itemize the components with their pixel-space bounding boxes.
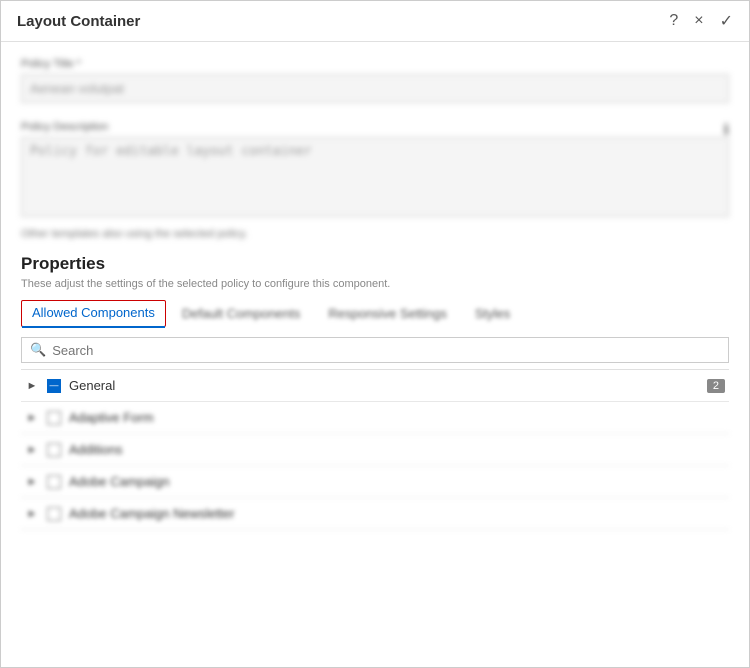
row-checkbox[interactable] [47,443,61,457]
tab-styles[interactable]: Styles [475,300,522,327]
row-label: Adaptive Form [69,410,725,425]
list-item: ► Adaptive Form [21,402,729,434]
row-label: Adobe Campaign [69,474,725,489]
list-item: ► General 2 [21,370,729,402]
list-item: ► Additions [21,434,729,466]
tab-default-components[interactable]: Default Components [182,300,313,327]
search-icon: 🔍 [30,342,46,358]
properties-section: Properties These adjust the settings of … [21,254,729,530]
policy-title-input[interactable]: Aenean volutpat [21,74,729,103]
tab-responsive-settings[interactable]: Responsive Settings [328,300,459,327]
policy-description-label: Policy Description [21,121,108,133]
description-label-row: Policy Description ℹ [21,121,729,137]
row-checkbox[interactable] [47,379,61,393]
chevron-icon[interactable]: ► [25,476,39,488]
policy-title-label: Policy Title * [21,58,729,70]
list-item: ► Adobe Campaign Newsletter [21,498,729,530]
chevron-icon[interactable]: ► [25,508,39,520]
chevron-icon[interactable]: ► [25,412,39,424]
confirm-icon[interactable]: ✓ [720,11,733,31]
policy-description-input[interactable]: Policy for editable layout container [21,137,729,217]
properties-description: These adjust the settings of the selecte… [21,278,729,290]
row-label: Adobe Campaign Newsletter [69,506,725,521]
row-label: Additions [69,442,725,457]
layout-container-dialog: Layout Container ? × ✓ Policy Title * Ae… [0,0,750,668]
properties-title: Properties [21,254,729,274]
components-list: ► General 2 ► Adaptive Form ► Additions [21,369,729,530]
header-icons: ? × ✓ [669,11,733,31]
search-input[interactable] [52,343,720,358]
blurred-fields: Policy Title * Aenean volutpat Policy De… [21,58,729,240]
properties-tabs: Allowed Components Default Components Re… [21,300,729,327]
row-badge: 2 [707,379,725,393]
tab-allowed-components[interactable]: Allowed Components [21,300,166,327]
close-icon[interactable]: × [694,12,703,30]
row-checkbox[interactable] [47,475,61,489]
row-checkbox[interactable] [47,411,61,425]
dialog-header: Layout Container ? × ✓ [1,1,749,42]
dialog-body: Policy Title * Aenean volutpat Policy De… [1,42,749,667]
row-checkbox[interactable] [47,507,61,521]
list-item: ► Adobe Campaign [21,466,729,498]
row-label: General [69,378,699,393]
search-bar[interactable]: 🔍 [21,337,729,363]
info-icon: ℹ [724,121,729,138]
helper-text: Other templates also using the selected … [21,228,729,240]
help-icon[interactable]: ? [669,12,678,30]
dialog-title: Layout Container [17,13,140,30]
chevron-icon[interactable]: ► [25,444,39,456]
chevron-icon[interactable]: ► [25,380,39,392]
